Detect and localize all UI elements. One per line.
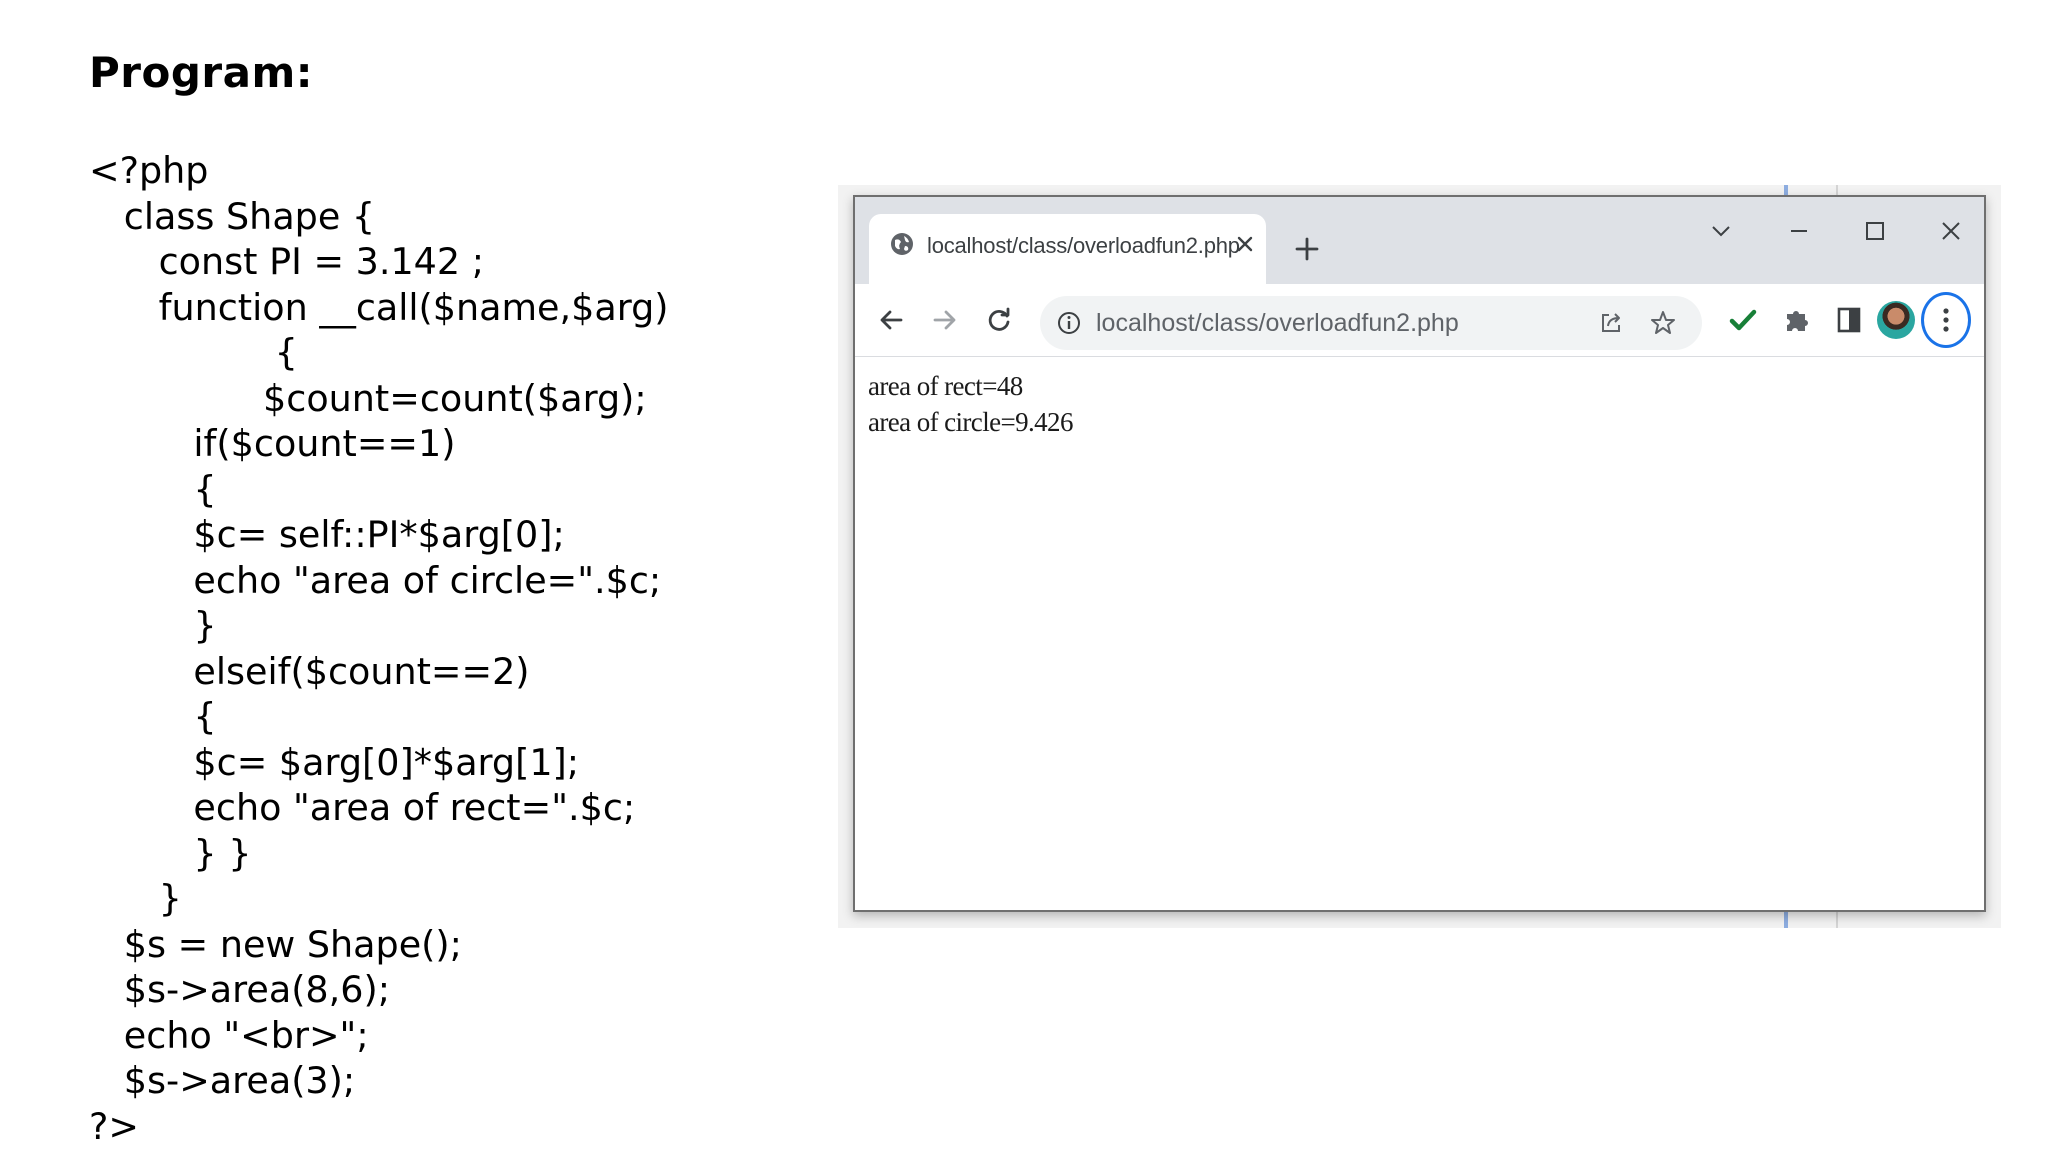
minimize-icon[interactable] xyxy=(1785,217,1813,245)
code-line: elseif($count==2) xyxy=(89,649,530,693)
puzzle-icon[interactable] xyxy=(1781,304,1813,336)
code-line: } xyxy=(89,877,182,920)
code-line: if($count==1) xyxy=(89,422,456,465)
close-icon[interactable] xyxy=(1937,217,1965,245)
code-line: <?php xyxy=(89,149,209,192)
code-line: echo "area of rect=".$c; xyxy=(89,786,636,829)
code-line: $c= self::PI*$arg[0]; xyxy=(89,513,565,556)
menu-button[interactable] xyxy=(1921,292,1971,348)
avatar[interactable] xyxy=(1877,301,1915,339)
browser-toolbar: localhost/class/overloadfun2.php xyxy=(855,284,1984,357)
page-content: area of rect=48 area of circle=9.426 xyxy=(855,357,1984,910)
code-line: ?> xyxy=(89,1104,139,1148)
code-line: { xyxy=(89,331,298,374)
browser-window: localhost/class/overloadfun2.php localho… xyxy=(853,195,1986,912)
code-listing: <?php class Shape { const PI = 3.142 ; f… xyxy=(89,148,668,1149)
share-icon[interactable] xyxy=(1596,308,1626,338)
back-arrow-icon[interactable] xyxy=(875,304,907,336)
code-line: class Shape { xyxy=(89,194,376,238)
code-line: echo "area of circle=".$c; xyxy=(89,558,662,602)
reload-icon[interactable] xyxy=(983,304,1015,336)
tab-title: localhost/class/overloadfun2.php xyxy=(927,233,1240,258)
star-icon[interactable] xyxy=(1648,308,1678,338)
code-line: echo "<br>"; xyxy=(89,1013,369,1057)
code-line: $count=count($arg); xyxy=(89,376,647,420)
globe-icon xyxy=(891,233,913,255)
maximize-icon[interactable] xyxy=(1861,217,1889,245)
code-line: $s->area(3); xyxy=(89,1059,356,1102)
info-icon[interactable] xyxy=(1056,310,1082,336)
output-line: area of rect=48 xyxy=(868,371,1023,401)
code-line: $c= $arg[0]*$arg[1]; xyxy=(89,740,580,784)
url-text[interactable]: localhost/class/overloadfun2.php xyxy=(1096,309,1459,338)
kebab-menu-icon xyxy=(1943,308,1949,332)
code-line: $s->area(8,6); xyxy=(89,968,391,1011)
code-line: const PI = 3.142 ; xyxy=(89,240,485,283)
forward-arrow-icon[interactable] xyxy=(929,304,961,336)
code-line: } } xyxy=(89,831,252,875)
close-icon[interactable] xyxy=(1234,233,1256,255)
code-line: function __call($name,$arg) xyxy=(89,285,669,329)
checkmark-icon[interactable] xyxy=(1727,304,1759,336)
browser-tab[interactable]: localhost/class/overloadfun2.php xyxy=(869,214,1266,284)
chevron-down-icon[interactable] xyxy=(1707,217,1735,245)
code-line: $s = new Shape(); xyxy=(89,922,462,966)
code-line: { xyxy=(89,467,217,511)
tab-strip: localhost/class/overloadfun2.php xyxy=(855,197,1984,284)
address-bar[interactable]: localhost/class/overloadfun2.php xyxy=(1040,296,1702,350)
side-panel-icon[interactable] xyxy=(1833,304,1865,336)
code-line: } xyxy=(89,604,217,647)
output-line: area of circle=9.426 xyxy=(868,407,1073,437)
slide-title: Program: xyxy=(89,48,314,97)
code-line: { xyxy=(89,695,217,738)
plus-icon[interactable] xyxy=(1293,235,1321,263)
